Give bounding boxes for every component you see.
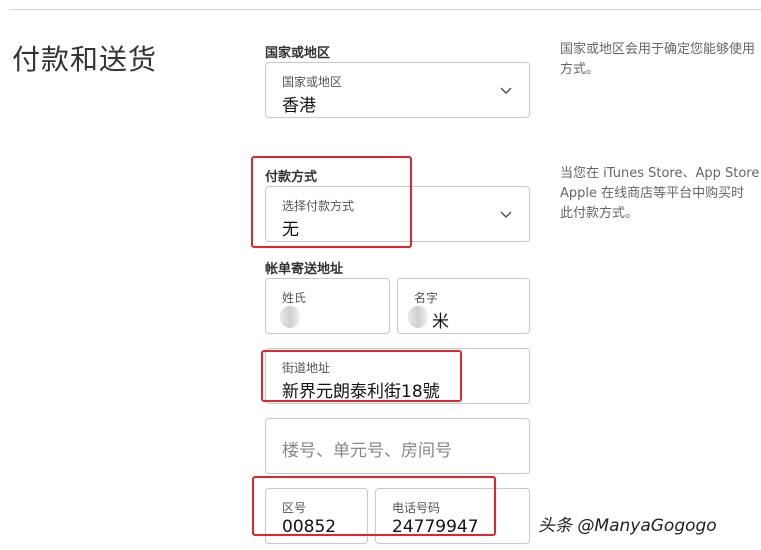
highlight-box-payment	[251, 156, 412, 248]
chevron-down-icon	[500, 87, 512, 95]
highlight-box-street	[261, 350, 462, 402]
country-value: 香港	[282, 96, 316, 116]
page-title: 付款和送货	[12, 43, 158, 76]
chevron-down-icon	[500, 211, 512, 219]
watermark: 头条 @ManyaGogogo	[538, 516, 717, 536]
unit-field[interactable]: 楼号、单元号、房间号	[265, 418, 530, 474]
billing-section-label: 帐单寄送地址	[265, 262, 344, 277]
redacted-blur	[280, 306, 300, 328]
country-select[interactable]: 国家或地区 香港	[265, 62, 530, 118]
country-help-line: 国家或地区会用于确定您能够使用	[560, 42, 756, 57]
country-help-text: 国家或地区会用于确定您能够使用 方式。	[560, 40, 755, 80]
unit-placeholder: 楼号、单元号、房间号	[282, 441, 452, 461]
highlight-box-phone	[252, 476, 496, 536]
last-name-field[interactable]: 姓氏	[265, 278, 390, 334]
country-section-label: 国家或地区	[265, 46, 331, 61]
country-help-line: 方式。	[560, 62, 600, 77]
payment-help-line: 当您在 iTunes Store、App Store	[560, 166, 760, 181]
first-name-value: 米	[432, 312, 449, 332]
payment-help-line: 此付款方式。	[560, 206, 639, 221]
country-field-label: 国家或地区	[282, 75, 343, 89]
redacted-blur	[408, 306, 428, 328]
top-divider	[10, 9, 761, 10]
first-name-label: 名字	[414, 291, 439, 305]
first-name-field[interactable]: 名字 米	[397, 278, 530, 334]
payment-help-text: 当您在 iTunes Store、App Store Apple 在线商店等平台…	[560, 164, 759, 224]
last-name-label: 姓氏	[282, 291, 307, 305]
payment-help-line: Apple 在线商店等平台中购买时	[560, 186, 745, 201]
